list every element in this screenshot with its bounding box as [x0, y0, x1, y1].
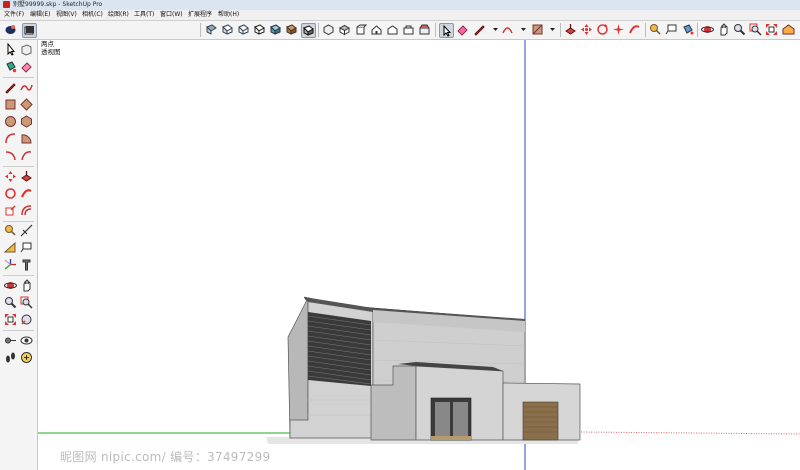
tape-measure-tool-icon[interactable] — [4, 224, 17, 237]
look-around-tool-icon[interactable] — [20, 334, 33, 347]
drawing-viewport[interactable]: 两点 透视图 — [38, 40, 800, 470]
menu-camera[interactable]: 相机(C) — [82, 10, 103, 20]
walk-tool-icon[interactable] — [4, 351, 17, 364]
shaded-textures-icon[interactable] — [285, 23, 298, 36]
warehouse-icon[interactable] — [782, 23, 795, 36]
scale-tool-icon[interactable] — [4, 204, 17, 217]
text-icon[interactable] — [665, 23, 678, 36]
zoom-window-tool-icon[interactable] — [20, 296, 33, 309]
dropdown-arrow-icon-2[interactable] — [517, 23, 530, 36]
front-view-icon[interactable] — [354, 23, 367, 36]
menu-extensions[interactable]: 扩展程序 — [188, 10, 212, 20]
main-toolbar: 1 2 3 4 5 6 7 8 9 10 11 12 04:37 19:28 — [0, 21, 800, 56]
zoom-extents-icon[interactable] — [765, 23, 778, 36]
arc-icon[interactable] — [501, 23, 514, 36]
menu-help[interactable]: 帮助(H) — [218, 10, 239, 20]
top-view-icon[interactable] — [338, 23, 351, 36]
zoom-extents-tool-icon[interactable] — [4, 313, 17, 326]
move-icon[interactable] — [580, 23, 593, 36]
line-tool-icon[interactable] — [4, 81, 17, 94]
garage-door — [522, 401, 559, 441]
orbit-icon[interactable] — [701, 23, 714, 36]
rotated-rectangle-tool-icon[interactable] — [20, 98, 33, 111]
door-threshold — [431, 436, 471, 440]
select-tool-icon[interactable] — [4, 43, 17, 56]
move-tool-icon[interactable] — [4, 170, 17, 183]
watermark: 昵图网 nipic.com/ 编号：37497299 — [60, 450, 271, 464]
louver-glazing — [308, 312, 371, 386]
polygon-tool-icon[interactable] — [20, 115, 33, 128]
eraser-tool-icon[interactable] — [20, 60, 33, 73]
red-axis-dotted — [580, 431, 800, 435]
back-edges-icon[interactable] — [221, 23, 234, 36]
rectangle-icon[interactable] — [531, 23, 544, 36]
menu-edit[interactable]: 编辑(E) — [30, 10, 50, 20]
scale-icon[interactable] — [612, 23, 625, 36]
three-point-arc-tool-icon[interactable] — [20, 149, 33, 162]
zoom-window-icon[interactable] — [749, 23, 762, 36]
back-view-icon[interactable] — [386, 23, 399, 36]
text-tool-icon[interactable] — [20, 241, 33, 254]
section-plane-tool-icon[interactable] — [20, 351, 33, 364]
freehand-tool-icon[interactable] — [20, 81, 33, 94]
dimension-tool-icon[interactable] — [20, 224, 33, 237]
wireframe-icon[interactable] — [237, 23, 250, 36]
sketchup-logo-icon — [3, 1, 10, 8]
menu-window[interactable]: 窗口(W) — [160, 10, 183, 20]
rotate-icon[interactable] — [596, 23, 609, 36]
pie-tool-icon[interactable] — [20, 132, 33, 145]
menu-tools[interactable]: 工具(T) — [134, 10, 154, 20]
arc-tool-icon[interactable] — [4, 132, 17, 145]
dropdown-arrow-icon-3[interactable] — [546, 23, 559, 36]
menu-bar: 文件(F) 编辑(E) 视图(V) 相机(C) 绘图(R) 工具(T) 窗口(W… — [0, 10, 800, 21]
follow-me-tool-icon[interactable] — [20, 187, 33, 200]
door-right-panel — [453, 402, 468, 436]
push-pull-icon[interactable] — [564, 23, 577, 36]
axes-tool-icon[interactable] — [4, 258, 17, 271]
rotate-tool-icon[interactable] — [4, 187, 17, 200]
follow-me-icon[interactable] — [628, 23, 641, 36]
left-view-icon[interactable] — [402, 23, 415, 36]
zoom-tool-icon[interactable] — [4, 296, 17, 309]
section-display-icon[interactable] — [418, 23, 431, 36]
push-pull-tool-icon[interactable] — [20, 170, 33, 183]
monochrome-icon[interactable] — [301, 23, 316, 38]
eraser-icon[interactable] — [456, 23, 469, 36]
paint-bucket-icon[interactable] — [681, 23, 694, 36]
rectangle-tool-icon[interactable] — [4, 98, 17, 111]
two-point-arc-tool-icon[interactable] — [4, 149, 17, 162]
styles-icon[interactable] — [22, 23, 37, 38]
protractor-tool-icon[interactable] — [4, 241, 17, 254]
circle-tool-icon[interactable] — [4, 115, 17, 128]
shaded-icon[interactable] — [269, 23, 282, 36]
menu-draw[interactable]: 绘图(R) — [108, 10, 129, 20]
pan-tool-icon[interactable] — [20, 279, 33, 292]
menu-file[interactable]: 文件(F) — [4, 10, 24, 20]
iso-view-icon[interactable] — [322, 23, 335, 36]
large-tool-set — [0, 40, 38, 470]
orbit-tool-icon[interactable] — [4, 279, 17, 292]
right-view-icon[interactable] — [370, 23, 383, 36]
previous-view-tool-icon[interactable] — [20, 313, 33, 326]
model-canvas[interactable] — [38, 40, 800, 470]
menu-view[interactable]: 视图(V) — [56, 10, 77, 20]
make-component-icon[interactable] — [20, 43, 33, 56]
position-camera-tool-icon[interactable] — [4, 334, 17, 347]
door-left-panel — [435, 402, 450, 436]
hidden-line-icon[interactable] — [253, 23, 266, 36]
window-title: 别墅99999.skp - SketchUp Pro — [13, 1, 103, 8]
tape-measure-icon[interactable] — [649, 23, 662, 36]
select-icon[interactable] — [439, 23, 454, 38]
zoom-icon[interactable] — [733, 23, 746, 36]
components-icon[interactable] — [4, 23, 17, 36]
offset-tool-icon[interactable] — [20, 204, 33, 217]
left-side-wall — [287, 297, 309, 439]
paint-bucket-tool-icon[interactable] — [4, 60, 17, 73]
3d-text-tool-icon[interactable] — [20, 258, 33, 271]
xray-icon[interactable] — [205, 23, 218, 36]
pan-icon[interactable] — [717, 23, 730, 36]
pencil-icon[interactable] — [473, 23, 486, 36]
